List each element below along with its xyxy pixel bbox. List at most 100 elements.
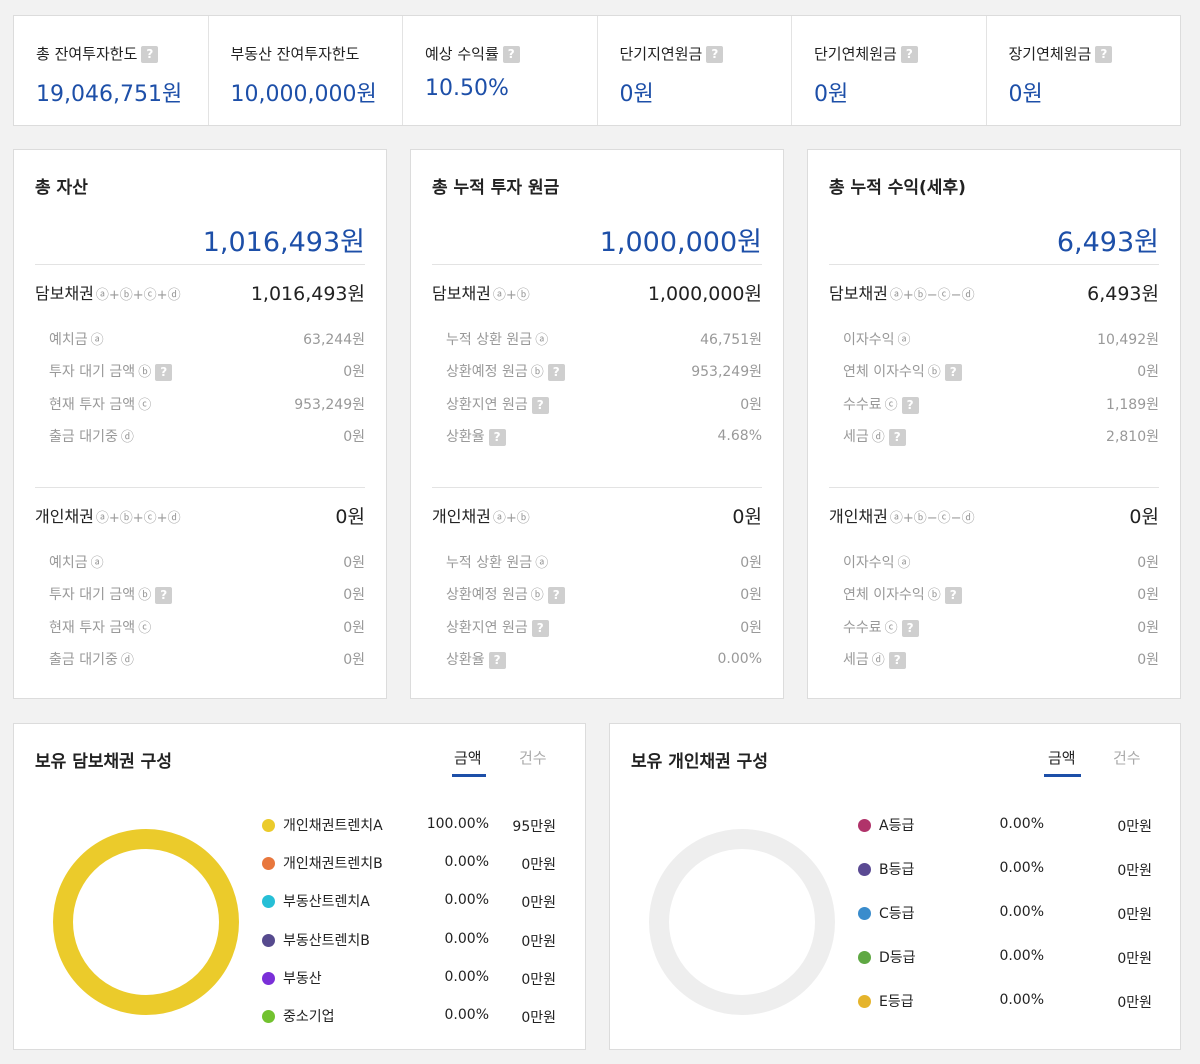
section-formula: ⓐ+ⓑ+ⓒ+ⓓ — [95, 288, 181, 303]
section-header: 담보채권 ⓐ+ⓑ+ⓒ+ⓓ 1,016,493원 — [35, 279, 365, 305]
row-label: 이자수익 — [843, 555, 895, 571]
help-icon[interactable]: ? — [900, 46, 918, 63]
help-icon[interactable]: ? — [944, 363, 962, 381]
summary-label: 단기연체원금 — [814, 45, 897, 63]
row-mark: ⓓ — [120, 653, 134, 668]
row-value: 0원 — [740, 397, 762, 413]
detail-row: 누적 상환 원금 ⓐ 46,751원 — [446, 328, 762, 350]
help-icon[interactable]: ? — [502, 46, 520, 63]
help-icon[interactable]: ? — [155, 363, 173, 381]
divider — [432, 487, 762, 488]
section-formula: ⓐ+ⓑ — [492, 288, 530, 303]
row-mark: ⓐ — [90, 556, 104, 571]
help-icon[interactable]: ? — [141, 46, 159, 63]
summary-value: 10,000,000원 — [230, 82, 377, 107]
tab-amount[interactable]: 금액 — [1048, 747, 1076, 768]
detail-row: 현재 투자 금액 ⓒ 0원 — [49, 616, 365, 638]
help-icon[interactable]: ? — [155, 586, 173, 604]
row-value: 953,249원 — [294, 397, 365, 413]
legend-amount: 0만원 — [521, 895, 556, 911]
secured-bond-composition: 보유 담보채권 구성 금액 건수 개인채권트렌치A 100.00% 95만원 개인채권트렌치… — [13, 723, 586, 1050]
row-mark: ⓐ — [535, 556, 549, 571]
tab-count[interactable]: 건수 — [1113, 747, 1141, 768]
summary-value: 0원 — [619, 82, 654, 107]
summary-value: 0원 — [1008, 82, 1043, 107]
divider — [35, 264, 365, 265]
section-header: 담보채권 ⓐ+ⓑ−ⓒ−ⓓ 6,493원 — [829, 279, 1159, 305]
help-icon[interactable]: ? — [901, 396, 919, 414]
legend-percent: 0.00% — [999, 948, 1044, 964]
summary-bar: 총 잔여투자한도? 19,046,751원 부동산 잔여투자한도 10,000,… — [13, 15, 1181, 126]
row-value: 0원 — [740, 587, 762, 603]
help-icon[interactable]: ? — [531, 619, 549, 637]
summary-label: 예상 수익률 — [425, 45, 499, 63]
row-value: 0.00% — [717, 651, 762, 667]
row-label: 예치금 — [49, 555, 88, 571]
row-value: 0원 — [1137, 364, 1159, 380]
section-label: 개인채권 — [829, 507, 888, 526]
row-mark: ⓐ — [535, 333, 549, 348]
donut-ring — [649, 829, 835, 1015]
detail-row: 연체 이자수익 ⓑ? 0원 — [843, 583, 1159, 605]
help-icon[interactable]: ? — [488, 428, 506, 446]
cumulative-earnings-card: 총 누적 수익(세후) 6,493원 담보채권 ⓐ+ⓑ−ⓒ−ⓓ 6,493원 이자수익 ⓐ 1… — [807, 149, 1181, 699]
section-label: 개인채권 — [35, 507, 94, 526]
card-title: 총 누적 수익(세후) — [829, 178, 966, 198]
legend-percent: 0.00% — [444, 854, 489, 870]
legend-amount: 0만원 — [1117, 995, 1152, 1011]
detail-row: 상환지연 원금? 0원 — [446, 616, 762, 638]
help-icon[interactable]: ? — [547, 586, 565, 604]
row-mark: ⓒ — [884, 621, 898, 636]
row-value: 0원 — [343, 587, 365, 603]
section-value: 0원 — [335, 505, 365, 528]
row-value: 10,492원 — [1097, 332, 1159, 348]
detail-row: 상환율? 0.00% — [446, 648, 762, 670]
help-icon[interactable]: ? — [531, 396, 549, 414]
summary-label: 장기연체원금 — [1008, 45, 1092, 63]
help-icon[interactable]: ? — [901, 619, 919, 637]
row-label: 누적 상환 원금 — [446, 555, 533, 571]
row-mark: ⓑ — [138, 588, 152, 603]
row-label: 상환지연 원금 — [446, 397, 528, 413]
row-label: 세금 — [843, 652, 869, 668]
legend-item: D등급 — [858, 946, 916, 968]
legend-percent: 0.00% — [999, 904, 1044, 920]
section-value: 1,016,493원 — [250, 282, 365, 305]
card-total-value: 6,493원 — [1056, 227, 1159, 258]
row-mark: ⓑ — [138, 365, 152, 380]
help-icon[interactable]: ? — [1095, 46, 1113, 63]
legend-name: 개인채권트렌치A — [283, 818, 383, 834]
summary-short-overdue: 단기연체원금? 0원 — [792, 16, 987, 125]
help-icon[interactable]: ? — [888, 428, 906, 446]
legend-item: 개인채권트렌치A — [262, 814, 383, 836]
legend-name: 개인채권트렌치B — [283, 856, 383, 872]
help-icon[interactable]: ? — [488, 651, 506, 669]
summary-realestate-limit: 부동산 잔여투자한도 10,000,000원 — [209, 16, 403, 125]
legend-amount: 0만원 — [521, 1010, 556, 1026]
section-label: 담보채권 — [35, 284, 94, 303]
help-icon[interactable]: ? — [547, 363, 565, 381]
active-tab-indicator — [1044, 774, 1081, 777]
tab-amount[interactable]: 금액 — [454, 747, 482, 768]
row-mark: ⓑ — [927, 588, 941, 603]
help-icon[interactable]: ? — [706, 46, 724, 63]
summary-short-delay: 단기지연원금? 0원 — [598, 16, 792, 125]
legend-amount: 0만원 — [1117, 907, 1152, 923]
divider — [829, 264, 1159, 265]
legend-percent: 0.00% — [999, 860, 1044, 876]
help-icon[interactable]: ? — [944, 586, 962, 604]
row-label: 출금 대기중 — [49, 429, 118, 445]
legend-name: C등급 — [879, 906, 915, 922]
row-mark: ⓐ — [90, 333, 104, 348]
tab-count[interactable]: 건수 — [519, 747, 547, 768]
row-value: 1,189원 — [1106, 397, 1159, 413]
row-value: 0원 — [1137, 555, 1159, 571]
legend-item: 부동산트렌치B — [262, 929, 370, 951]
legend-color-dot — [262, 933, 275, 947]
detail-row: 세금 ⓓ? 2,810원 — [843, 425, 1159, 447]
section-header: 개인채권 ⓐ+ⓑ 0원 — [432, 502, 762, 528]
row-mark: ⓒ — [138, 621, 152, 636]
help-icon[interactable]: ? — [888, 651, 906, 669]
legend-color-dot — [262, 856, 275, 870]
legend-item: C등급 — [858, 902, 915, 924]
